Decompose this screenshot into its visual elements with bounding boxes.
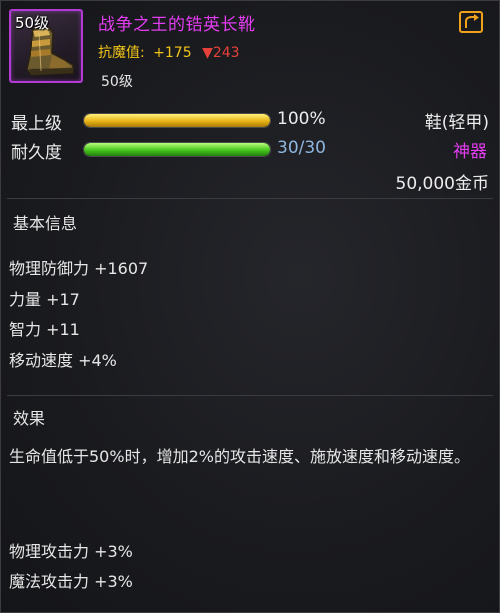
effect-stat-line: 物理攻击力 +3%	[9, 542, 133, 561]
upgrade-label: 最上级	[11, 114, 62, 134]
basic-stat-line: 力量 +17	[9, 290, 80, 309]
divider	[7, 395, 493, 396]
effect-stat-line: 魔法攻击力 +3%	[9, 572, 133, 591]
upgrade-row: 最上级 100%	[11, 108, 491, 134]
share-button[interactable]	[459, 11, 483, 33]
effect-description: 生命值低于50%时，增加2%的攻击速度、施放速度和移动速度。	[9, 447, 470, 466]
durability-bar	[83, 142, 271, 157]
upgrade-bar-fill	[84, 114, 270, 127]
durability-bar-fill	[84, 143, 270, 156]
boot-icon	[26, 26, 74, 76]
magic-resist-plus: +175	[153, 45, 192, 61]
item-name: 战争之王的锆英长靴	[98, 15, 256, 35]
effect-title: 效果	[13, 409, 46, 428]
divider	[7, 198, 493, 199]
magic-resist-label: 抗魔值:	[98, 45, 145, 61]
magic-resist-row: 抗魔值: +175 ▼243	[98, 42, 240, 62]
item-grade: 神器	[453, 142, 487, 162]
upgrade-value: 100%	[277, 109, 326, 129]
level-requirement: 50级	[101, 74, 133, 90]
item-type: 鞋(轻甲)	[424, 113, 489, 133]
durability-row: 耐久度 30/30	[11, 137, 491, 163]
basic-stat-line: 移动速度 +4%	[9, 351, 117, 370]
basic-stat-line: 智力 +11	[9, 320, 80, 339]
item-tooltip: 50级 战争之王的锆英长靴 抗魔值: +175 ▼243 50级 最上级 100…	[0, 0, 500, 613]
durability-value: 30/30	[277, 138, 326, 158]
item-icon-slot[interactable]: 50级	[9, 9, 83, 83]
icon-level-text: 50级	[15, 14, 50, 32]
upgrade-bar	[83, 113, 271, 128]
item-price: 50,000金币	[395, 174, 489, 194]
magic-resist-minus: ▼243	[202, 45, 240, 61]
durability-label: 耐久度	[11, 143, 62, 163]
basic-info-title: 基本信息	[13, 214, 78, 233]
basic-stat-line: 物理防御力 +1607	[9, 259, 149, 278]
share-icon	[465, 14, 479, 28]
